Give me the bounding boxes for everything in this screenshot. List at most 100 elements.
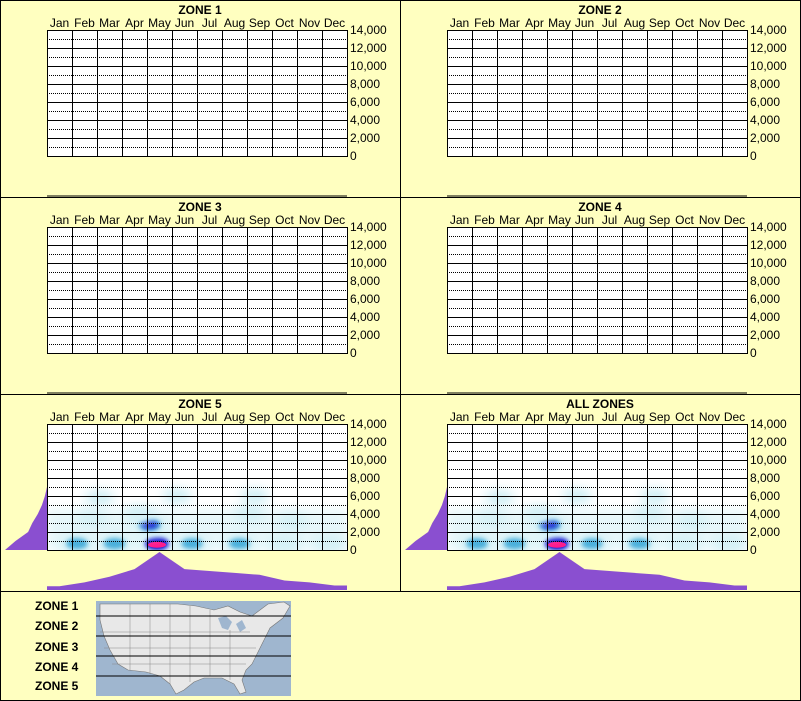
zone-3-month-label-may: May	[148, 213, 171, 227]
zone-1-month-label-jun: Jun	[175, 16, 194, 30]
all-zones-month-label-sep: Sep	[649, 410, 671, 424]
zone-4-month-label-mar: Mar	[499, 213, 520, 227]
zone-2-y-tick-label: 2,000	[750, 131, 780, 145]
zone-1-y-tick-label: 4,000	[350, 113, 380, 127]
zone-2-month-label-feb: Feb	[474, 16, 495, 30]
zone-3-month-label-apr: Apr	[125, 213, 144, 227]
zone-5-month-label-jun: Jun	[175, 410, 194, 424]
all-zones-title: ALL ZONES	[566, 397, 634, 411]
zone-3-month-label-oct: Oct	[275, 213, 294, 227]
zone-2-month-label-jun: Jun	[575, 16, 594, 30]
all-zones-month-label-aug: Aug	[624, 410, 645, 424]
zone-4-y-tick-label: 8,000	[750, 274, 780, 288]
zone-4-y-tick-label: 4,000	[750, 310, 780, 324]
all-zones-y-tick-label: 12,000	[750, 435, 787, 449]
zone-5-y-tick-label: 4,000	[350, 507, 380, 521]
all-zones-heat-core-11	[682, 516, 702, 526]
zone-2-title: ZONE 2	[578, 3, 622, 17]
zone-5-y-tick-label: 6,000	[350, 489, 380, 503]
zone-2-y-tick-label: 12,000	[750, 41, 787, 55]
zone-4-month-label-jul: Jul	[602, 213, 617, 227]
zone-2-month-label-sep: Sep	[649, 16, 671, 30]
zone-2-month-label-mar: Mar	[499, 16, 520, 30]
all-zones-month-label-apr: Apr	[525, 410, 544, 424]
all-zones-month-label-oct: Oct	[675, 410, 694, 424]
zone-2-month-label-apr: Apr	[525, 16, 544, 30]
zone-3-month-label-dec: Dec	[324, 213, 345, 227]
all-zones-month-label-jul: Jul	[602, 410, 617, 424]
all-zones-heat-core-6	[674, 538, 695, 549]
zone-4-month-label-oct: Oct	[675, 213, 694, 227]
zone-3-y-tick-label: 12,000	[350, 238, 387, 252]
zone-1-month-label-mar: Mar	[99, 16, 120, 30]
zone-2-y-tick-label: 4,000	[750, 113, 780, 127]
zone-1-month-label-nov: Nov	[299, 16, 320, 30]
all-zones-y-tick-label: 10,000	[750, 453, 787, 467]
zone-1-month-label-oct: Oct	[275, 16, 294, 30]
zone-2-month-label-oct: Oct	[675, 16, 694, 30]
all-zones-heat-core-2	[466, 538, 488, 550]
zone-4-month-label-jan: Jan	[450, 213, 469, 227]
zone-3-month-label-feb: Feb	[74, 213, 95, 227]
zone-5-heat-core-12	[90, 493, 109, 502]
zone-4-month-label-feb: Feb	[474, 213, 495, 227]
zone-1-month-label-apr: Apr	[125, 16, 144, 30]
all-zones-y-tick-label: 4,000	[750, 507, 780, 521]
zone-3-month-label-aug: Aug	[224, 213, 245, 227]
zone-key-1: ZONE 1	[35, 599, 79, 613]
zone-3-y-tick-label: 0	[350, 346, 357, 360]
zone-5-month-label-jul: Jul	[202, 410, 217, 424]
all-zones-month-label-jun: Jun	[575, 410, 594, 424]
all-zones-y-tick-label: 8,000	[750, 471, 780, 485]
zone-1-month-label-aug: Aug	[224, 16, 245, 30]
zone-5-month-label-sep: Sep	[249, 410, 271, 424]
zone-3-y-tick-label: 2,000	[350, 328, 380, 342]
zone-5-month-label-jan: Jan	[50, 410, 69, 424]
zone-1-y-tick-label: 8,000	[350, 77, 380, 91]
zone-3-title: ZONE 3	[178, 200, 222, 214]
all-zones-y-tick-label: 0	[750, 543, 757, 557]
zone-5-month-label-nov: Nov	[299, 410, 320, 424]
zone-1-y-tick-label: 6,000	[350, 95, 380, 109]
all-zones-y-tick-label: 2,000	[750, 525, 780, 539]
zone-1-y-tick-label: 12,000	[350, 41, 387, 55]
all-zones-y-tick-label: 14,000	[750, 417, 787, 431]
zone-2-month-label-may: May	[548, 16, 571, 30]
zone-key-5: ZONE 5	[35, 679, 79, 693]
zone-key-2: ZONE 2	[35, 619, 79, 633]
zone-2-month-label-dec: Dec	[724, 16, 745, 30]
zone-key-3: ZONE 3	[35, 640, 79, 654]
zone-5-heat-core-2	[66, 538, 88, 550]
zone-5-month-label-may: May	[148, 410, 171, 424]
zone-5-y-tick-label: 0	[350, 543, 357, 557]
zone-4-y-tick-label: 6,000	[750, 292, 780, 306]
zone-4-y-tick-label: 2,000	[750, 328, 780, 342]
zone-4-y-tick-label: 12,000	[750, 238, 787, 252]
zone-4-month-label-may: May	[548, 213, 571, 227]
zone-1-month-label-jan: Jan	[50, 16, 69, 30]
zone-2-y-tick-label: 6,000	[750, 95, 780, 109]
zone-5-y-tick-label: 8,000	[350, 471, 380, 485]
zone-3-month-label-jun: Jun	[175, 213, 194, 227]
zone-2-y-tick-label: 14,000	[750, 23, 787, 37]
zone-1-title: ZONE 1	[178, 3, 222, 17]
zone-3-month-label-jan: Jan	[50, 213, 69, 227]
zone-4-month-label-nov: Nov	[699, 213, 720, 227]
all-zones-month-label-nov: Nov	[699, 410, 720, 424]
all-zones-month-label-feb: Feb	[474, 410, 495, 424]
zone-5-month-label-oct: Oct	[275, 410, 294, 424]
zone-3-y-tick-label: 10,000	[350, 256, 387, 270]
zone-5-title: ZONE 5	[178, 397, 222, 411]
zone-4-month-label-aug: Aug	[624, 213, 645, 227]
zone-3-month-label-nov: Nov	[299, 213, 320, 227]
zone-1-month-label-jul: Jul	[202, 16, 217, 30]
zone-key-4: ZONE 4	[35, 660, 79, 674]
all-zones-heat-core-5	[629, 538, 650, 550]
zone-5-month-label-feb: Feb	[74, 410, 95, 424]
zone-2-y-tick-label: 10,000	[750, 59, 787, 73]
zone-3-month-label-mar: Mar	[99, 213, 120, 227]
zone-4-month-label-apr: Apr	[525, 213, 544, 227]
zone-5-month-label-aug: Aug	[224, 410, 245, 424]
zone-3-month-label-jul: Jul	[202, 213, 217, 227]
zone-5-heat-core-11	[282, 516, 302, 526]
